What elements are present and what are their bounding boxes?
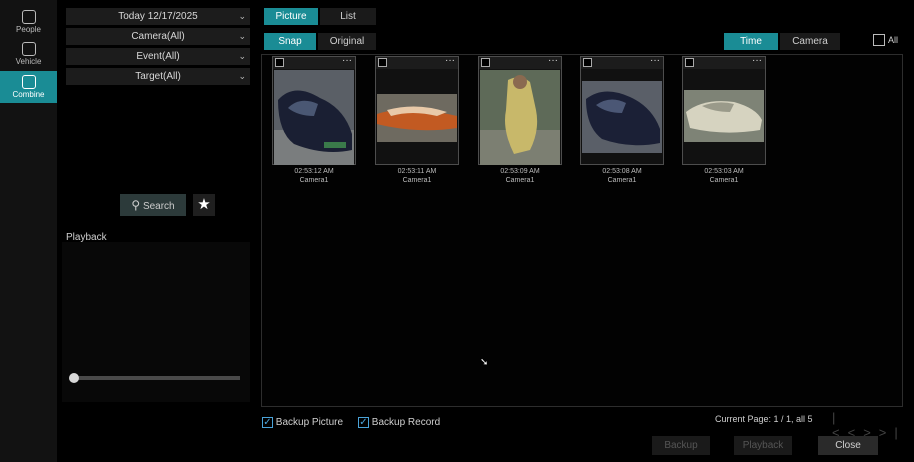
tab-original[interactable]: Original xyxy=(318,33,376,50)
target-select-value: Target(All) xyxy=(135,71,181,82)
snapshot-thumb[interactable]: ··· xyxy=(375,55,459,165)
thumb-header: ··· xyxy=(581,55,663,69)
date-select-value: Today 12/17/2025 xyxy=(118,11,198,22)
combine-icon xyxy=(21,75,36,89)
tab-picture[interactable]: Picture xyxy=(264,8,318,25)
thumb-checkbox[interactable] xyxy=(275,58,284,67)
thumb-time: 02:53:09 AM xyxy=(500,168,540,175)
snapshot-image xyxy=(274,70,354,165)
chevron-down-icon: ⌄ xyxy=(238,11,246,21)
backup-record-option[interactable]: ✓ Backup Record xyxy=(358,417,440,428)
last-page-icon[interactable]: >| xyxy=(879,425,906,440)
event-select[interactable]: Event(All) ⌄ xyxy=(66,48,250,65)
tab-camera[interactable]: Camera xyxy=(780,33,840,50)
vehicle-icon xyxy=(21,42,36,56)
thumb-caption: 02:53:11 AM Camera1 xyxy=(375,167,459,185)
thumb-caption: 02:53:12 AM Camera1 xyxy=(272,167,356,185)
thumb-camera: Camera1 xyxy=(299,177,329,184)
thumb-camera: Camera1 xyxy=(505,177,535,184)
nav-item-vehicle[interactable]: Vehicle xyxy=(0,38,57,70)
date-select[interactable]: Today 12/17/2025 ⌄ xyxy=(66,8,250,25)
thumb-checkbox[interactable] xyxy=(378,58,387,67)
thumb-header: ··· xyxy=(683,55,765,69)
thumb-header: ··· xyxy=(273,55,355,69)
star-icon: ★ xyxy=(197,196,211,213)
snapshot-thumb[interactable]: ··· xyxy=(682,55,766,165)
nav-item-combine[interactable]: Combine xyxy=(0,71,57,103)
more-icon[interactable]: ··· xyxy=(548,55,558,66)
side-nav: People Vehicle Combine xyxy=(0,0,57,462)
search-icon: ⚲ xyxy=(131,198,141,212)
thumb-checkbox[interactable] xyxy=(583,58,592,67)
camera-select[interactable]: Camera(All) ⌄ xyxy=(66,28,250,45)
chevron-down-icon: ⌄ xyxy=(238,31,246,41)
favorite-button[interactable]: ★ xyxy=(193,194,215,216)
search-button[interactable]: ⚲ Search xyxy=(120,194,186,216)
thumb-camera: Camera1 xyxy=(709,177,739,184)
backup-picture-label: Backup Picture xyxy=(275,417,344,429)
chevron-down-icon: ⌄ xyxy=(238,71,246,81)
thumb-checkbox[interactable] xyxy=(685,58,694,67)
playback-slider-handle[interactable] xyxy=(69,373,79,383)
people-icon xyxy=(21,10,36,24)
thumb-camera: Camera1 xyxy=(607,177,637,184)
snapshot-image xyxy=(377,94,457,142)
thumb-camera: Camera1 xyxy=(402,177,432,184)
tab-time[interactable]: Time xyxy=(724,33,778,50)
thumb-caption: 02:53:03 AM Camera1 xyxy=(682,167,766,185)
playback-slider-track[interactable] xyxy=(72,376,240,380)
backup-record-checkbox[interactable]: ✓ xyxy=(358,417,369,428)
more-icon[interactable]: ··· xyxy=(752,55,762,66)
select-all-label: All xyxy=(888,35,899,45)
snapshot-thumb[interactable]: ··· xyxy=(272,55,356,165)
thumb-time: 02:53:03 AM xyxy=(704,168,744,175)
snapshot-thumb[interactable]: ··· xyxy=(580,55,664,165)
backup-button[interactable]: Backup xyxy=(652,436,710,455)
snapshot-image xyxy=(582,81,662,153)
tab-snap[interactable]: Snap xyxy=(264,33,316,50)
thumb-time: 02:53:12 AM xyxy=(294,168,334,175)
snapshot-thumb[interactable]: ··· xyxy=(478,55,562,165)
thumb-caption: 02:53:09 AM Camera1 xyxy=(478,167,562,185)
more-icon[interactable]: ··· xyxy=(445,55,455,66)
nav-item-people[interactable]: People xyxy=(0,6,57,38)
search-button-label: Search xyxy=(142,201,175,212)
backup-picture-option[interactable]: ✓ Backup Picture xyxy=(262,417,343,428)
more-icon[interactable]: ··· xyxy=(342,55,352,66)
nav-item-label: Combine xyxy=(12,90,45,99)
thumb-header: ··· xyxy=(479,55,561,69)
nav-item-label: Vehicle xyxy=(15,57,42,66)
thumb-caption: 02:53:08 AM Camera1 xyxy=(580,167,664,185)
backup-record-label: Backup Record xyxy=(371,417,441,429)
thumb-time: 02:53:11 AM xyxy=(397,168,437,175)
target-select[interactable]: Target(All) ⌄ xyxy=(66,68,250,85)
thumb-time: 02:53:08 AM xyxy=(602,168,642,175)
snapshot-image xyxy=(480,70,560,165)
camera-select-value: Camera(All) xyxy=(131,31,185,42)
select-all-checkbox[interactable] xyxy=(873,34,885,46)
chevron-down-icon: ⌄ xyxy=(238,51,246,61)
nav-item-label: People xyxy=(16,25,41,34)
event-select-value: Event(All) xyxy=(136,51,180,62)
thumb-checkbox[interactable] xyxy=(481,58,490,67)
tab-list[interactable]: List xyxy=(320,8,376,25)
snapshot-image xyxy=(684,90,764,142)
backup-picture-checkbox[interactable]: ✓ xyxy=(262,417,273,428)
mouse-cursor: ➘ xyxy=(480,357,489,368)
more-icon[interactable]: ··· xyxy=(650,55,660,66)
thumb-header: ··· xyxy=(376,55,458,69)
close-button[interactable]: Close xyxy=(818,436,878,455)
page-info: Current Page: 1 / 1, all 5 xyxy=(715,414,813,424)
playback-button[interactable]: Playback xyxy=(734,436,792,455)
